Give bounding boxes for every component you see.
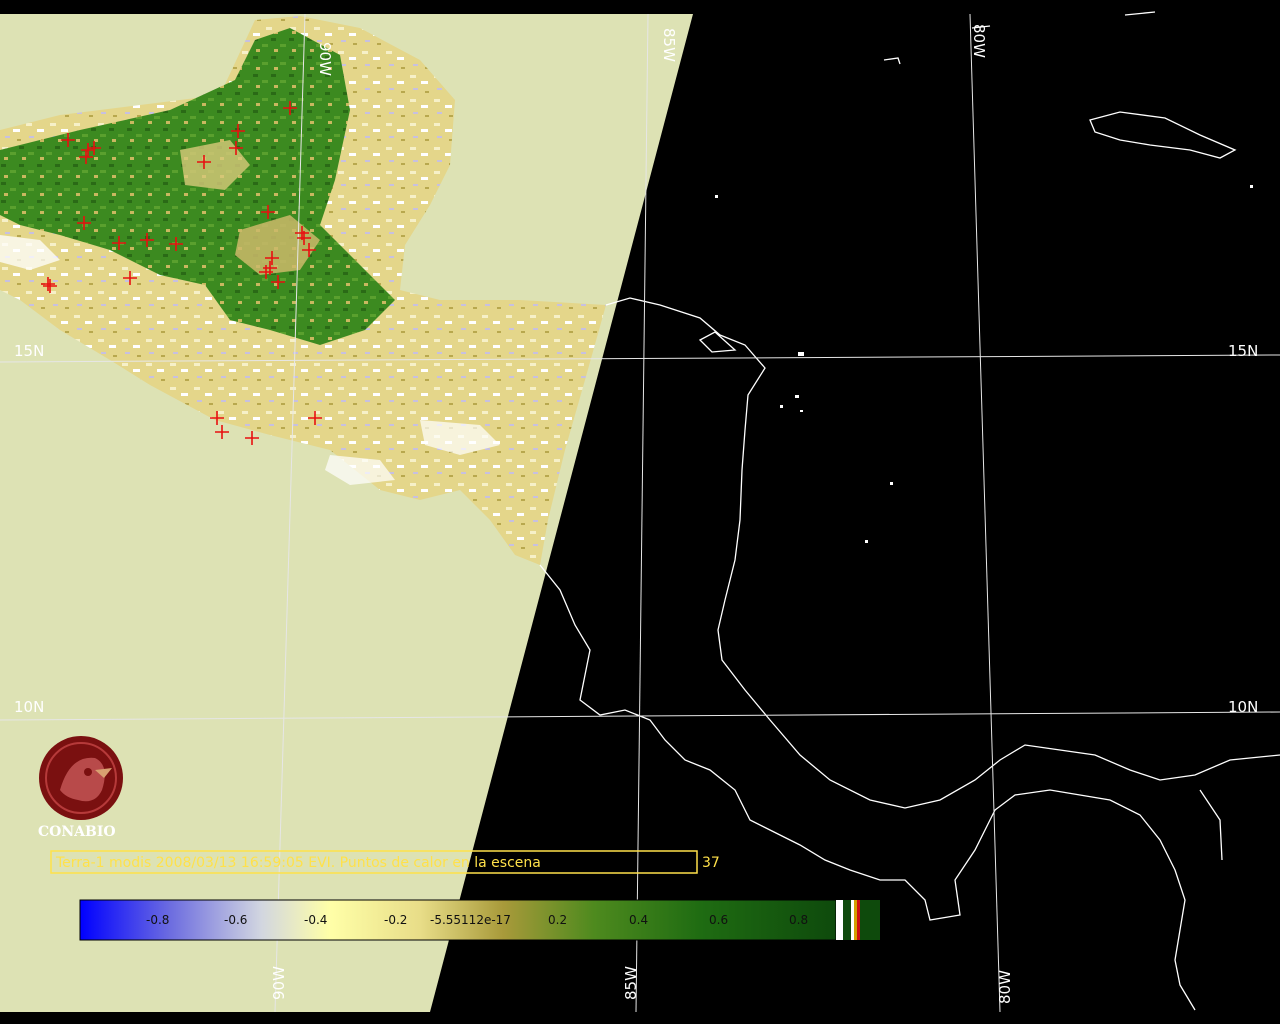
caption-text: Terra-1 modis 2008/03/13 16:59:05 EVI. P… bbox=[55, 855, 541, 871]
lon-label-90w-top: 90W bbox=[316, 42, 334, 76]
lon-label-85w-bottom: 85W bbox=[622, 966, 640, 1000]
lat-label-10n-left: 10N bbox=[14, 698, 44, 716]
lon-label-90w-bottom: 90W bbox=[270, 966, 288, 1000]
logo-name: CONABIO bbox=[38, 824, 116, 840]
colorbar-tick: 0.8 bbox=[789, 913, 808, 927]
lon-label-80w-top: 80W bbox=[970, 24, 988, 58]
colorbar-tick: -0.8 bbox=[146, 913, 169, 927]
lon-label-85w-top: 85W bbox=[660, 28, 678, 62]
colorbar-tick: -0.2 bbox=[384, 913, 407, 927]
satellite-map: 15N 15N 10N 10N 90W 85W 80W 90W 85W 80W … bbox=[0, 0, 1280, 1024]
colorbar-end-swatch bbox=[860, 900, 880, 940]
colorbar-tick: 0.2 bbox=[548, 913, 567, 927]
lat-label-15n-right: 15N bbox=[1228, 342, 1258, 360]
colorbar-gap-swatch bbox=[843, 900, 851, 940]
colorbar-tick: -0.4 bbox=[304, 913, 327, 927]
lon-label-80w-bottom: 80W bbox=[996, 970, 1014, 1004]
evi-colorbar: -0.8 -0.6 -0.4 -0.2 -5.55112e-17 0.2 0.4… bbox=[79, 899, 880, 941]
hotspot-count: 37 bbox=[702, 855, 720, 871]
colorbar-tick: -0.6 bbox=[224, 913, 247, 927]
lat-label-15n-left: 15N bbox=[14, 342, 44, 360]
colorbar-tick: 0.4 bbox=[629, 913, 648, 927]
colorbar-cloud-swatch bbox=[836, 900, 843, 940]
colorbar-tick: -5.55112e-17 bbox=[430, 913, 511, 927]
lat-label-10n-right: 10N bbox=[1228, 698, 1258, 716]
colorbar-yellow-swatch bbox=[854, 900, 857, 940]
colorbar-red-swatch bbox=[857, 900, 860, 940]
conabio-logo: CONABIO bbox=[38, 736, 123, 840]
colorbar-white-swatch bbox=[851, 900, 854, 940]
colorbar-tick: 0.6 bbox=[709, 913, 728, 927]
